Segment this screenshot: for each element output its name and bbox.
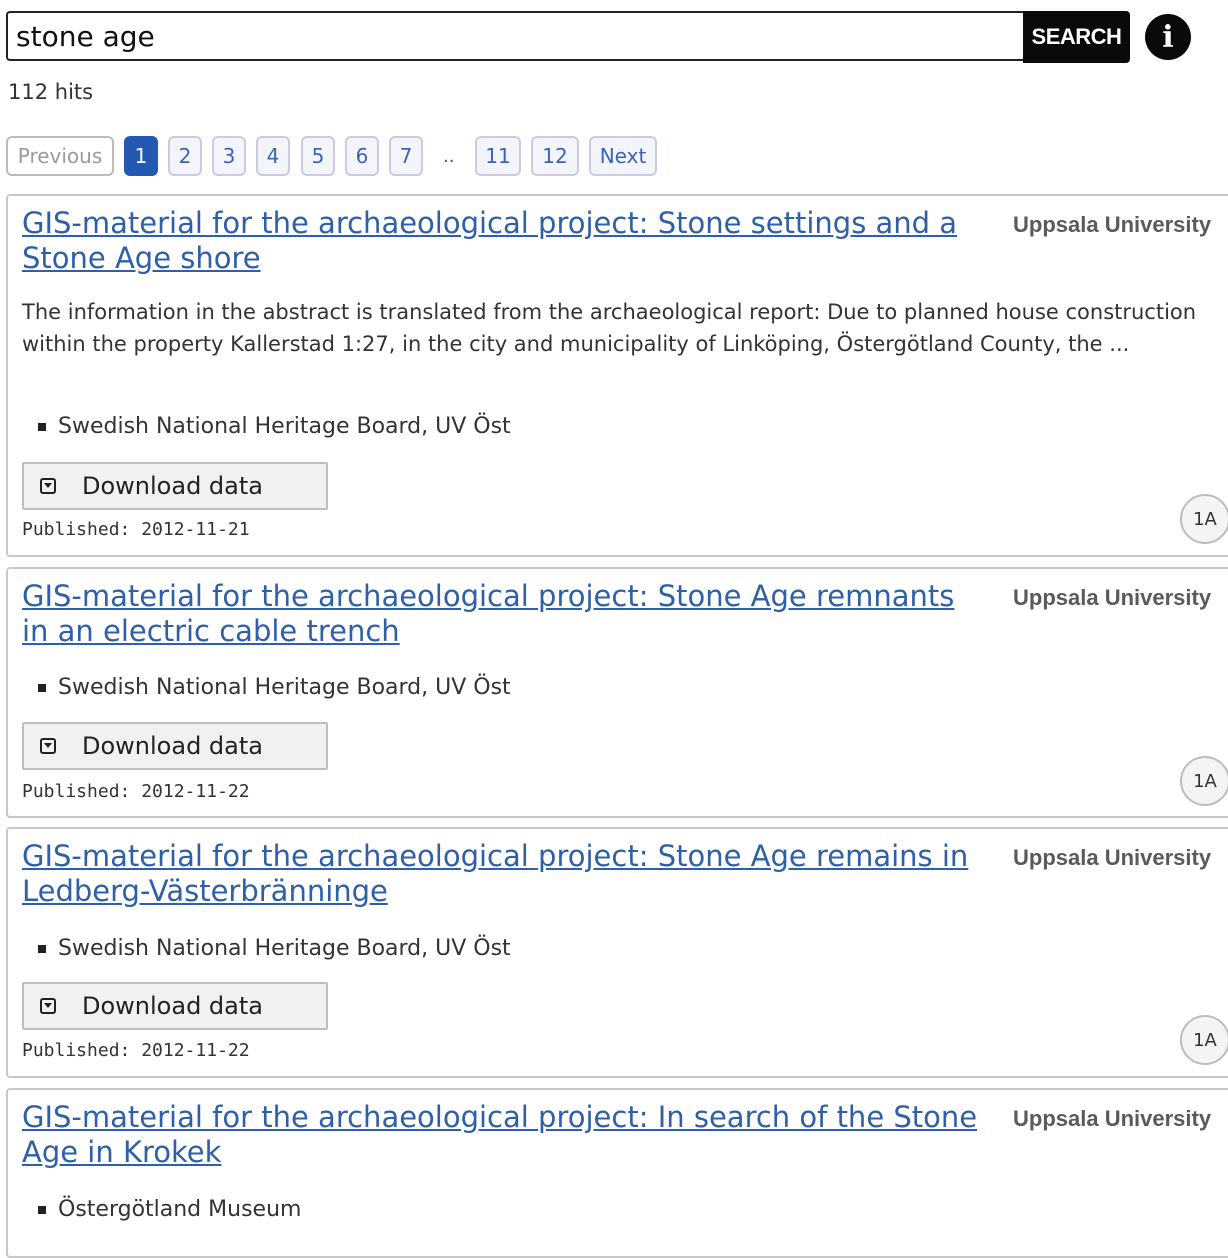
download-data-button[interactable]: Download data <box>22 722 328 770</box>
result-organization: Uppsala University <box>1013 212 1212 237</box>
page-button-3[interactable]: 3 <box>212 136 246 176</box>
published-date: Published: 2012-11-22 <box>22 1040 250 1061</box>
download-icon <box>40 998 56 1014</box>
contributor-item: Östergötland Museum <box>38 1197 301 1222</box>
level-badge: 1A <box>1180 756 1228 806</box>
bullet-icon <box>38 422 46 431</box>
page-button-5[interactable]: 5 <box>301 136 335 176</box>
published-date: Published: 2012-11-21 <box>22 519 250 540</box>
page-button-4[interactable]: 4 <box>256 136 290 176</box>
level-badge: 1A <box>1180 494 1228 544</box>
contributor-item: Swedish National Heritage Board, UV Öst <box>38 675 511 700</box>
result-card: GIS-material for the archaeological proj… <box>6 567 1228 818</box>
result-organization: Uppsala University <box>1013 845 1212 870</box>
contributor-item: Swedish National Heritage Board, UV Öst <box>38 936 511 961</box>
result-abstract: The information in the abstract is trans… <box>22 300 1197 356</box>
contributor-label: Swedish National Heritage Board, UV Öst <box>58 936 511 961</box>
level-badge: 1A <box>1180 1015 1228 1065</box>
result-organization: Uppsala University <box>1013 1106 1212 1131</box>
result-title-link[interactable]: GIS-material for the archaeological proj… <box>22 206 982 276</box>
hit-count: 112 hits <box>8 80 94 104</box>
page-button-11[interactable]: 11 <box>475 136 521 176</box>
page-button-12[interactable]: 12 <box>531 136 579 176</box>
info-icon[interactable]: i <box>1145 14 1191 60</box>
result-card: GIS-material for the archaeological proj… <box>6 1088 1228 1258</box>
contributor-label: Östergötland Museum <box>58 1197 302 1222</box>
download-icon <box>40 738 56 754</box>
page-button-2[interactable]: 2 <box>168 136 202 176</box>
page-button-1[interactable]: 1 <box>124 136 158 176</box>
download-label: Download data <box>82 732 263 760</box>
download-data-button[interactable]: Download data <box>22 462 328 510</box>
result-title-link[interactable]: GIS-material for the archaeological proj… <box>22 839 972 909</box>
download-label: Download data <box>82 472 263 500</box>
contributor-label: Swedish National Heritage Board, UV Öst <box>58 675 511 700</box>
download-data-button[interactable]: Download data <box>22 982 328 1030</box>
bullet-icon <box>38 944 46 953</box>
contributor-label: Swedish National Heritage Board, UV Öst <box>58 414 511 439</box>
result-organization: Uppsala University <box>1013 585 1212 610</box>
bullet-icon <box>38 683 46 692</box>
result-title-link[interactable]: GIS-material for the archaeological proj… <box>22 579 987 649</box>
download-label: Download data <box>82 992 263 1020</box>
result-card: GIS-material for the archaeological proj… <box>6 827 1228 1078</box>
result-card: GIS-material for the archaeological proj… <box>6 194 1228 557</box>
previous-page-button[interactable]: Previous <box>6 136 114 176</box>
search-input[interactable] <box>6 11 1023 61</box>
download-icon <box>40 478 56 494</box>
result-title-link[interactable]: GIS-material for the archaeological proj… <box>22 1100 987 1170</box>
next-page-button[interactable]: Next <box>589 136 657 176</box>
published-date: Published: 2012-11-22 <box>22 781 250 802</box>
bullet-icon <box>38 1205 46 1214</box>
contributor-item: Swedish National Heritage Board, UV Öst <box>38 414 511 439</box>
page-ellipsis: .. <box>443 145 455 167</box>
page-button-7[interactable]: 7 <box>389 136 423 176</box>
page-button-6[interactable]: 6 <box>345 136 379 176</box>
search-button[interactable]: SEARCH <box>1023 11 1130 63</box>
